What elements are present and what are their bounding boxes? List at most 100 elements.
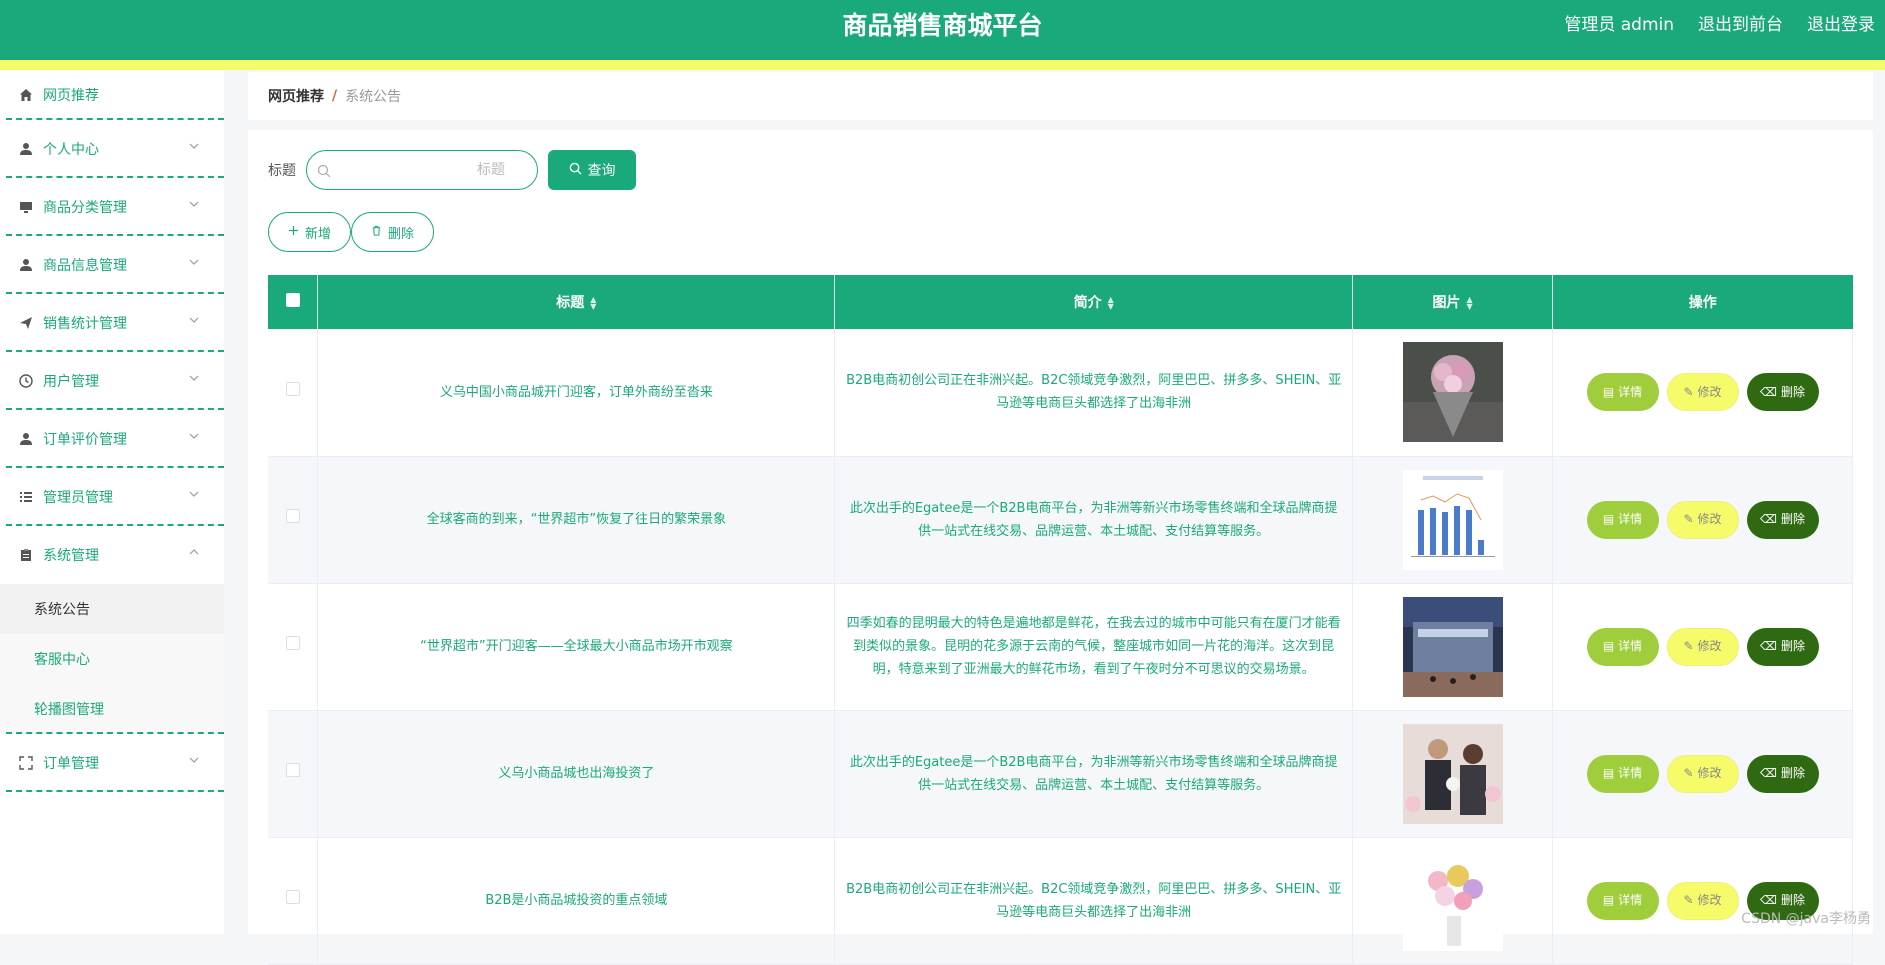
pencil-icon: ✎: [1683, 635, 1693, 658]
sidebar-item-label: 用户管理: [43, 371, 99, 391]
row-checkbox[interactable]: [286, 763, 300, 777]
edit-button[interactable]: ✎修改: [1667, 755, 1739, 793]
bar-chart-image[interactable]: [1403, 470, 1503, 570]
detail-button[interactable]: ▤详情: [1587, 501, 1659, 539]
delete-button[interactable]: ⌫删除: [1747, 755, 1819, 793]
column-intro-label: 简介: [1074, 295, 1102, 311]
chevron-down-icon: [188, 256, 202, 270]
detail-button[interactable]: ▤详情: [1587, 628, 1659, 666]
breadcrumb-current: 系统公告: [345, 86, 401, 106]
edit-button[interactable]: ✎修改: [1667, 882, 1739, 920]
row-ops: ▤详情 ✎修改 ⌫删除: [1563, 501, 1842, 539]
row-checkbox[interactable]: [286, 636, 300, 650]
main-panel: 标题 查询 新增 删除 标题▲▼ 简介▲▼ 图片▲▼: [248, 130, 1873, 934]
detail-button[interactable]: ▤详情: [1587, 882, 1659, 920]
detail-label: 详情: [1618, 381, 1642, 404]
row-ops: ▤详情 ✎修改 ⌫删除: [1563, 373, 1842, 411]
to-front-link[interactable]: 退出到前台: [1698, 14, 1783, 36]
row-ops: ▤详情 ✎修改 ⌫删除: [1563, 755, 1842, 793]
document-icon: ▤: [1603, 508, 1614, 531]
column-intro[interactable]: 简介 ▲▼: [835, 275, 1353, 329]
sidebar-item-personal[interactable]: 个人中心: [0, 120, 224, 178]
logout-link[interactable]: 退出登录: [1807, 14, 1875, 36]
flower-bouquet-image[interactable]: [1403, 342, 1503, 442]
detail-button[interactable]: ▤详情: [1587, 755, 1659, 793]
monitor-icon: [18, 199, 34, 215]
column-image[interactable]: 图片▲▼: [1353, 275, 1553, 329]
table-row: “世界超市”开门迎客——全球最大小商品市场开市观察 四季如春的昆明最大的特色是遍…: [268, 583, 1853, 710]
edit-button[interactable]: ✎修改: [1667, 628, 1739, 666]
sidebar-item-home[interactable]: 网页推荐: [0, 70, 224, 120]
row-intro: 此次出手的Egatee是一个B2B电商平台，为非洲等新兴市场零售终端和全球品牌商…: [835, 710, 1353, 837]
select-all-checkbox[interactable]: [286, 293, 300, 307]
system-submenu: 系统公告 客服中心 轮播图管理: [0, 584, 224, 734]
detail-label: 详情: [1618, 635, 1642, 658]
sidebar-item-orders[interactable]: 订单管理: [0, 734, 224, 792]
row-title: “世界超市”开门迎客——全球最大小商品市场开市观察: [318, 583, 835, 710]
edit-label: 修改: [1698, 381, 1722, 404]
chevron-down-icon: [188, 488, 202, 502]
row-intro: 四季如春的昆明最大的特色是遍地都是鲜花，在我去过的城市中可能只有在厦门才能看到类…: [835, 583, 1353, 710]
sidebar-item-admins[interactable]: 管理员管理: [0, 468, 224, 526]
row-title: 义乌小商品城也出海投资了: [318, 710, 835, 837]
detail-button[interactable]: ▤详情: [1587, 373, 1659, 411]
flower-vase-image[interactable]: [1403, 851, 1503, 951]
top-header: 商品销售商城平台 管理员 admin 退出到前台 退出登录: [0, 0, 1885, 60]
trash-icon: ⌫: [1760, 508, 1777, 531]
delete-label: 删除: [1781, 381, 1805, 404]
table-row: 义乌中国小商品城开门迎客，订单外商纷至沓来 B2B电商初创公司正在非洲兴起。B2…: [268, 329, 1853, 456]
sidebar-subitem-service[interactable]: 客服中心: [0, 634, 224, 684]
sidebar-item-goods[interactable]: 商品信息管理: [0, 236, 224, 294]
batch-delete-label: 删除: [388, 223, 414, 242]
user-icon: [18, 257, 34, 273]
sidebar-item-sales[interactable]: 销售统计管理: [0, 294, 224, 352]
pencil-icon: ✎: [1683, 508, 1693, 531]
sidebar-item-users[interactable]: 用户管理: [0, 352, 224, 410]
people-image[interactable]: [1403, 724, 1503, 824]
table-header-row: 标题▲▼ 简介 ▲▼ 图片▲▼ 操作: [268, 275, 1853, 329]
sidebar-subitem-notice[interactable]: 系统公告: [0, 584, 224, 634]
breadcrumb-home[interactable]: 网页推荐: [268, 86, 324, 106]
chevron-down-icon: [188, 754, 202, 768]
send-icon: [18, 315, 34, 331]
pencil-icon: ✎: [1683, 762, 1693, 785]
document-icon: ▤: [1603, 889, 1614, 912]
watermark: CSDN @java李杨勇: [1741, 908, 1871, 928]
row-checkbox[interactable]: [286, 382, 300, 396]
sidebar-item-reviews[interactable]: 订单评价管理: [0, 410, 224, 468]
edit-button[interactable]: ✎修改: [1667, 501, 1739, 539]
delete-button[interactable]: ⌫删除: [1747, 373, 1819, 411]
query-button[interactable]: 查询: [548, 150, 636, 190]
home-icon: [18, 87, 34, 103]
column-ops: 操作: [1553, 275, 1853, 329]
sidebar-item-system[interactable]: 系统管理: [0, 526, 224, 584]
sidebar-subitem-carousel[interactable]: 轮播图管理: [0, 684, 224, 734]
chevron-down-icon: [188, 198, 202, 212]
search-input[interactable]: [307, 151, 537, 189]
market-building-image[interactable]: [1403, 597, 1503, 697]
sort-icon[interactable]: ▲▼: [590, 296, 596, 310]
search-box: [306, 150, 538, 190]
delete-button[interactable]: ⌫删除: [1747, 628, 1819, 666]
batch-delete-button[interactable]: 删除: [351, 212, 434, 252]
sort-icon[interactable]: ▲▼: [1466, 296, 1472, 310]
delete-label: 删除: [1781, 508, 1805, 531]
row-checkbox[interactable]: [286, 890, 300, 904]
trash-icon: ⌫: [1760, 762, 1777, 785]
edit-button[interactable]: ✎修改: [1667, 373, 1739, 411]
table-row: 义乌小商品城也出海投资了 此次出手的Egatee是一个B2B电商平台，为非洲等新…: [268, 710, 1853, 837]
row-intro: B2B电商初创公司正在非洲兴起。B2C领域竞争激烈，阿里巴巴、拼多多、SHEIN…: [835, 837, 1353, 964]
sidebar-item-category[interactable]: 商品分类管理: [0, 178, 224, 236]
fullscreen-icon: [18, 755, 34, 771]
row-checkbox[interactable]: [286, 509, 300, 523]
chevron-up-icon: [188, 546, 202, 560]
sort-icon[interactable]: ▲▼: [1108, 296, 1114, 310]
chevron-down-icon: [188, 430, 202, 444]
list-icon: [18, 489, 34, 505]
column-title[interactable]: 标题▲▼: [318, 275, 835, 329]
trash-icon: ⌫: [1760, 381, 1777, 404]
delete-button[interactable]: ⌫删除: [1747, 501, 1819, 539]
table-row: 全球客商的到来，“世界超市”恢复了往日的繁荣景象 此次出手的Egatee是一个B…: [268, 456, 1853, 583]
add-button[interactable]: 新增: [268, 212, 351, 252]
detail-label: 详情: [1618, 889, 1642, 912]
